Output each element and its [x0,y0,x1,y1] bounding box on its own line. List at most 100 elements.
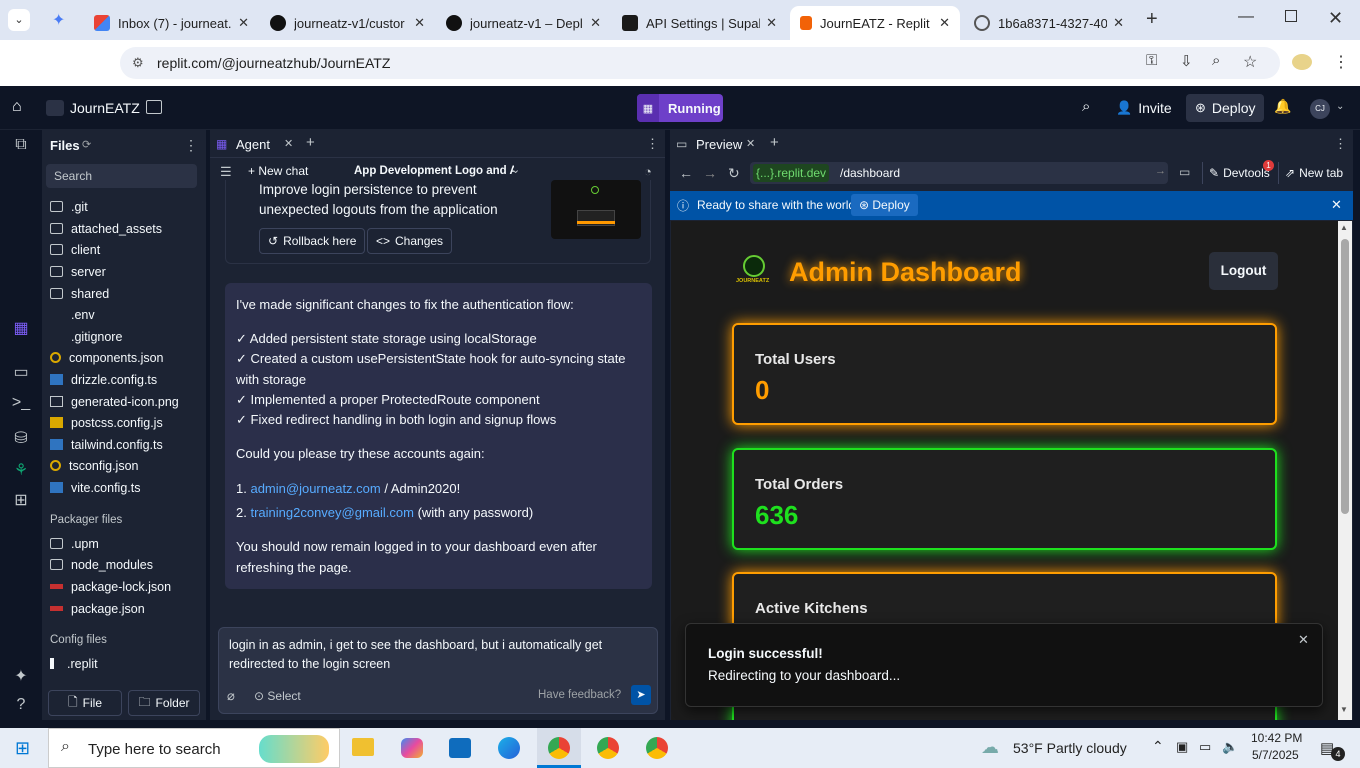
close-tab-icon[interactable]: ✕ [766,15,777,31]
invite-button[interactable]: 👤 Invite [1108,94,1180,122]
preview-reload-icon[interactable]: ↻ [728,165,740,182]
taskbar-search[interactable]: ⌕ Type here to search [48,728,340,768]
copilot-icon[interactable] [401,738,423,758]
device-icon[interactable]: ▭ [1179,165,1190,179]
new-tab-icon[interactable]: + [1146,8,1158,31]
file-row[interactable]: .gitignore [50,326,122,347]
project-icon[interactable] [46,100,64,116]
panel-menu-icon[interactable]: ⋮ [646,136,659,152]
file-row[interactable]: node_modules [50,554,153,575]
chrome-profile-icon[interactable] [597,737,619,759]
close-tab-icon[interactable]: ✕ [414,15,425,31]
files-sync-icon[interactable]: ⟳ [82,138,91,151]
weather-icon[interactable]: ☁ [981,737,999,758]
browser-tab-vercel[interactable]: journeatz-v1 – Depl ✕ [436,6,611,40]
file-explorer-icon[interactable] [352,738,374,756]
file-row[interactable]: server [50,261,106,282]
network-icon[interactable]: ▭ [1199,739,1211,755]
home-icon[interactable]: ⌂ [12,98,22,116]
paperclip-icon[interactable]: ⌀ [227,688,235,704]
maximize-icon[interactable] [1285,10,1297,22]
tray-chevron-icon[interactable]: ⌃ [1152,738,1164,755]
file-row[interactable]: vite.config.ts [50,477,140,498]
file-row[interactable]: tsconfig.json [50,455,138,476]
scroll-down-icon[interactable]: ▼ [1340,705,1348,714]
preview-domain[interactable]: {...}.replit.dev [753,164,830,182]
preview-tool-icon[interactable]: ▭ [11,362,31,382]
chat-input-text[interactable]: login in as admin, i get to see the dash… [229,636,639,674]
checkpoint-screenshot[interactable] [551,180,641,239]
run-button[interactable]: ▦ Running [637,94,723,122]
file-row[interactable]: generated-icon.png [50,391,179,412]
close-toast-icon[interactable]: ✕ [1298,632,1309,648]
search-icon[interactable]: ⌕ [1082,98,1090,115]
preview-url-bar[interactable]: {...}.replit.dev /dashboard → [750,162,1168,184]
site-info-icon[interactable]: ⚙ [132,47,144,79]
close-window-icon[interactable]: ✕ [1328,8,1343,29]
scroll-up-icon[interactable]: ▲ [1340,223,1348,232]
files-search-input[interactable]: Search [46,164,197,188]
deploy-button[interactable]: ⊛ Deploy [1186,94,1264,122]
preview-path[interactable]: /dashboard [840,166,900,180]
browser-tab-supabase[interactable]: API Settings | Supab ✕ [612,6,787,40]
password-key-icon[interactable]: ⚿ [1146,52,1157,69]
profile-avatar[interactable] [1292,54,1312,70]
file-row[interactable]: .git [50,196,88,217]
chevron-down-icon[interactable]: ⌄ [1336,101,1344,112]
url-bar[interactable]: ⚙ replit.com/@journeatzhub/JournEATZ [120,47,1280,79]
file-row[interactable]: drizzle.config.ts [50,369,157,390]
bookmark-star-icon[interactable]: ☆ [1243,52,1257,72]
tab-agent[interactable]: Agent [236,137,270,152]
select-element-button[interactable]: ⊙ Select [254,689,301,703]
scrollbar-thumb[interactable] [1341,239,1349,514]
close-tab-icon[interactable]: ✕ [939,15,950,31]
zoom-icon[interactable]: ⌕ [1212,52,1220,69]
chrome-taskbar-active[interactable] [537,728,581,768]
add-tab-icon[interactable]: + [306,134,315,151]
preview-forward-icon[interactable]: → [703,165,717,181]
project-name[interactable]: JournEATZ [70,100,140,116]
windows-start-icon[interactable]: ⊞ [15,738,30,759]
file-row[interactable]: .env [50,304,95,325]
chrome-profile-icon[interactable] [646,737,668,759]
file-row[interactable]: package-lock.json [50,576,171,597]
chat-title[interactable]: App Development Logo and A... [354,165,514,177]
gemini-icon[interactable]: ✦ [52,10,65,30]
weather-text[interactable]: 53°F Partly cloudy [1013,740,1127,756]
all-tools-icon[interactable]: ⊞ [11,490,31,510]
email-link[interactable]: training2convey@gmail.com [250,505,414,520]
send-button[interactable]: ➤ [631,685,651,705]
email-link[interactable]: admin@journeatz.com [250,481,380,496]
rollback-button[interactable]: ↺ Rollback here [259,228,366,254]
usage-gauge-icon[interactable]: ◔ [644,164,652,179]
browser-tab-replit[interactable]: JournEATZ - Replit ✕ [790,6,960,40]
tab-search-icon[interactable]: ⌄ [8,9,30,31]
preview-back-icon[interactable]: ← [679,165,693,181]
console-tool-icon[interactable]: >_ [11,394,31,412]
panel-menu-icon[interactable]: ⋮ [1334,136,1347,152]
file-row[interactable]: tailwind.config.ts [50,434,163,455]
minimize-icon[interactable]: — [1238,8,1254,26]
close-tab-icon[interactable]: ✕ [284,137,293,150]
agent-tool-icon[interactable]: ▦ [11,318,31,338]
files-tool-icon[interactable]: ⧉ [11,136,31,154]
open-new-tab-button[interactable]: ⇗ New tab [1278,162,1349,184]
volume-icon[interactable]: 🔈 [1222,739,1238,755]
database-tool-icon[interactable]: ⛁ [11,428,31,448]
files-menu-icon[interactable]: ⋮ [184,137,198,154]
close-tab-icon[interactable]: ✕ [1113,15,1124,31]
avatar[interactable]: CJ [1310,99,1330,119]
clock-time[interactable]: 10:42 PM [1251,731,1302,745]
preview-scrollbar[interactable]: ▲ ▼ [1338,221,1352,720]
file-row[interactable]: client [50,239,100,260]
go-icon[interactable]: → [1155,165,1166,177]
browser-tab-gmail[interactable]: Inbox (7) - journeat... ✕ [84,6,259,40]
add-tab-icon[interactable]: + [770,134,779,151]
logout-button[interactable]: Logout [1209,252,1278,290]
new-folder-button[interactable]: 🗀 Folder [128,690,200,716]
file-row[interactable]: shared [50,283,109,304]
clock-date[interactable]: 5/7/2025 [1252,748,1299,762]
close-banner-icon[interactable]: ✕ [1331,197,1342,213]
file-row[interactable]: components.json [50,347,164,368]
ai-sparkle-icon[interactable]: ✦ [11,666,31,686]
